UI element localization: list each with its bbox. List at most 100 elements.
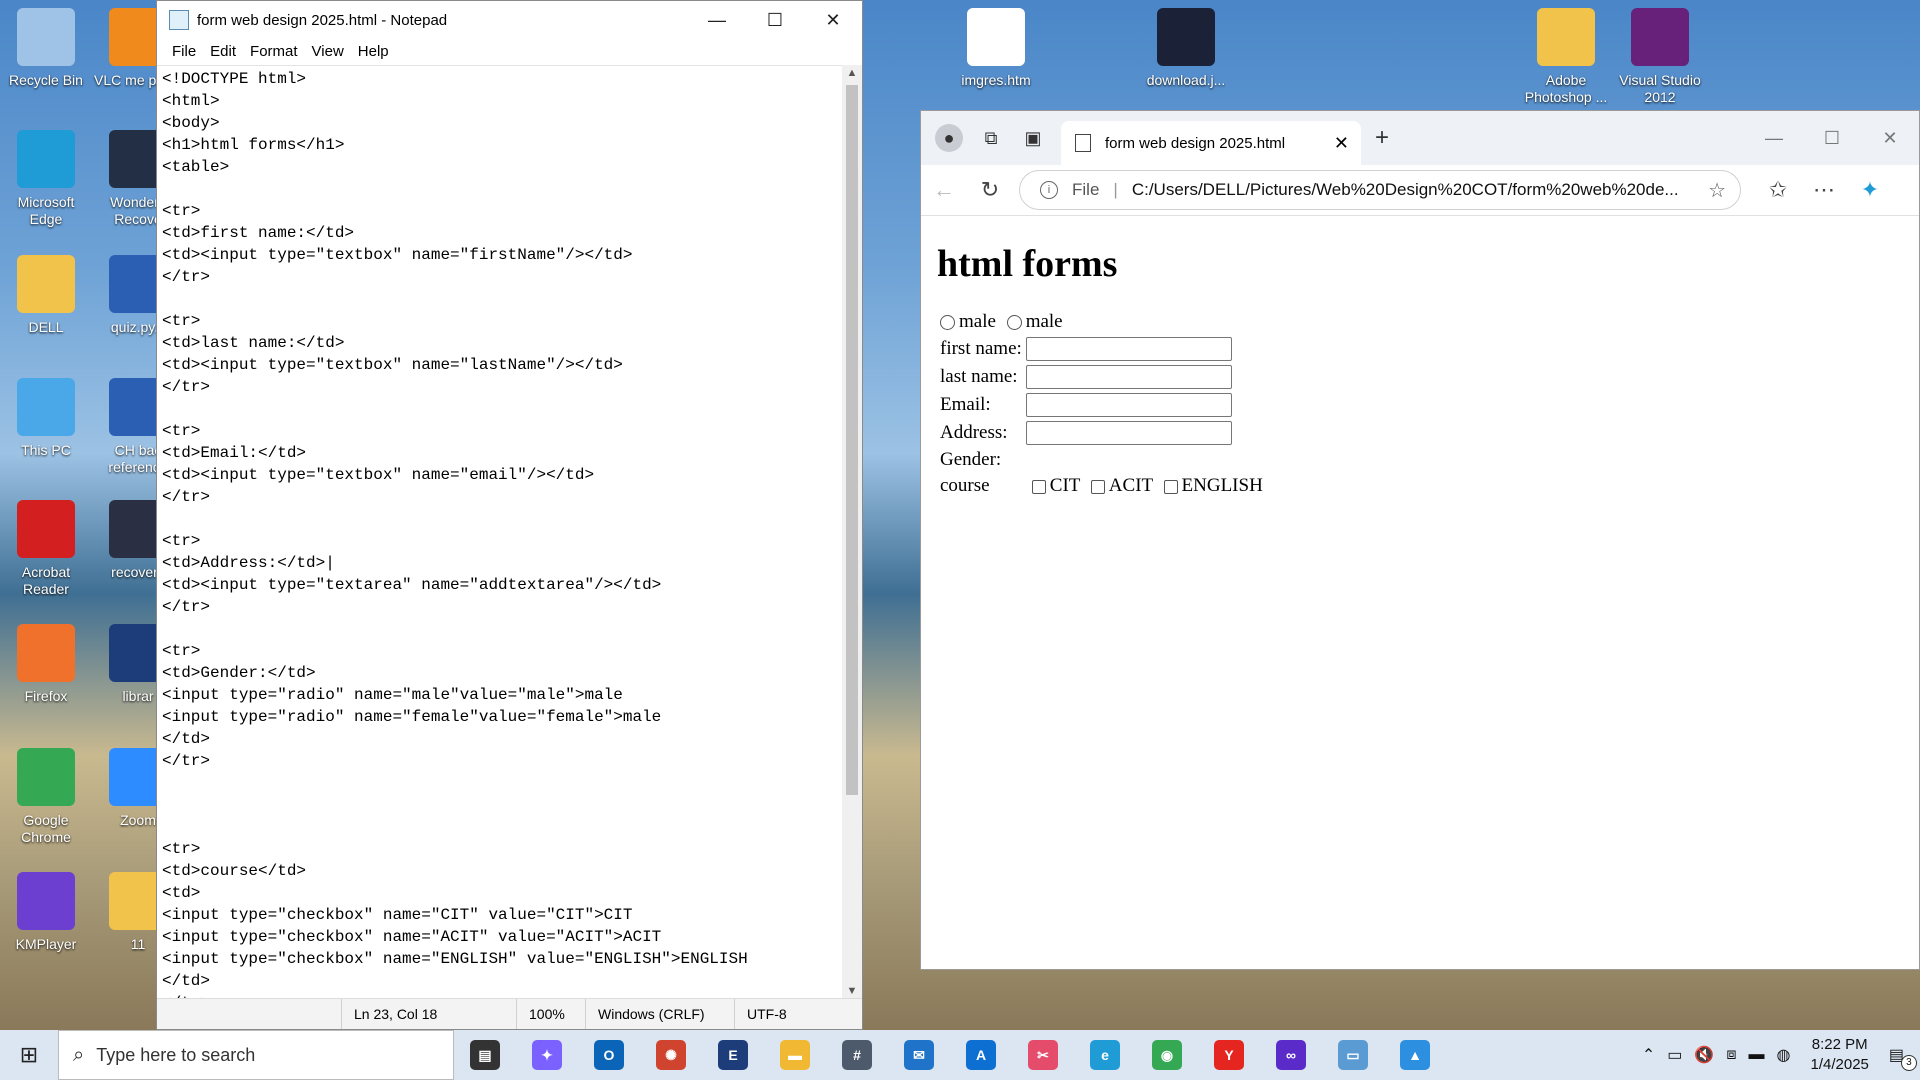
email-input[interactable] bbox=[1025, 393, 1232, 417]
desktop-icon[interactable]: This PC bbox=[0, 378, 92, 459]
search-icon: ⌕ bbox=[73, 1043, 85, 1066]
chrome-taskbar-icon[interactable]: ◉ bbox=[1136, 1030, 1198, 1080]
browser-minimize-button[interactable]: — bbox=[1745, 128, 1803, 149]
edge-icon bbox=[17, 130, 75, 188]
desktop-icon[interactable]: KMPlayer bbox=[0, 872, 92, 953]
desktop-icon[interactable]: DELL bbox=[0, 255, 92, 336]
first-name-input[interactable] bbox=[1025, 337, 1232, 361]
desktop-icon[interactable]: Adobe Photoshop ... bbox=[1520, 8, 1612, 106]
notepad-text-area[interactable]: <!DOCTYPE html> <html> <body> <h1>html f… bbox=[157, 65, 842, 999]
favorites-icon[interactable]: ✩ bbox=[1755, 177, 1801, 203]
desktop-icon-label: Microsoft Edge bbox=[17, 194, 75, 227]
taskbar: ⊞ ⌕ Type here to search ▤ ✦ O ✺ E ▬ # ✉ A ✂ e ◉ Y ∞ ▭ ▲… bbox=[0, 1030, 1920, 1080]
checkbox-english[interactable] bbox=[1163, 479, 1178, 494]
battery-icon[interactable]: ▬ bbox=[1749, 1046, 1765, 1064]
checkbox-cit[interactable] bbox=[1031, 479, 1046, 494]
new-tab-button[interactable]: + bbox=[1375, 124, 1389, 152]
url-text[interactable]: C:/Users/DELL/Pictures/Web%20Design%20CO… bbox=[1132, 180, 1679, 200]
file-explorer-icon[interactable]: ▬ bbox=[764, 1030, 826, 1080]
radio-label-2: male bbox=[1025, 311, 1063, 332]
settings-app-icon[interactable]: ✺ bbox=[640, 1030, 702, 1080]
label-course: course bbox=[940, 475, 990, 496]
tab-close-icon[interactable]: ✕ bbox=[1334, 133, 1349, 154]
desktop-icon[interactable]: Firefox bbox=[0, 624, 92, 705]
url-scheme: File bbox=[1072, 180, 1100, 199]
notepad-code[interactable]: <!DOCTYPE html> <html> <body> <h1>html f… bbox=[157, 66, 842, 999]
radio-male[interactable] bbox=[940, 315, 955, 331]
info-icon[interactable]: i bbox=[1040, 181, 1058, 199]
menu-help[interactable]: Help bbox=[351, 39, 396, 65]
notepad-taskbar-icon[interactable]: ▭ bbox=[1322, 1030, 1384, 1080]
desktop-icon[interactable]: download.j... bbox=[1140, 8, 1232, 89]
favorite-star-icon[interactable]: ☆ bbox=[1708, 178, 1726, 203]
scroll-up-arrow-icon[interactable]: ▲ bbox=[842, 67, 862, 79]
edge-taskbar-icon[interactable]: e bbox=[1074, 1030, 1136, 1080]
mail-icon[interactable]: ✉ bbox=[888, 1030, 950, 1080]
volume-muted-icon[interactable]: 🔇 bbox=[1694, 1045, 1714, 1065]
taskbar-search-box[interactable]: ⌕ Type here to search bbox=[58, 1030, 454, 1080]
screen-icon[interactable]: ⧈ bbox=[1726, 1046, 1736, 1064]
windows-start-icon[interactable]: ⊞ bbox=[0, 1042, 58, 1068]
maximize-button[interactable]: ☐ bbox=[746, 1, 804, 39]
address-input[interactable] bbox=[1025, 421, 1232, 445]
calculator-icon[interactable]: # bbox=[826, 1030, 888, 1080]
workspaces-icon[interactable]: ⧉ bbox=[977, 124, 1005, 152]
notepad-window[interactable]: form web design 2025.html - Notepad — ☐ … bbox=[156, 0, 863, 1030]
browser-window[interactable]: ● ⧉ ▣ form web design 2025.html ✕ + — ☐ … bbox=[920, 110, 1920, 970]
notepad-menu-bar: File Edit Format View Help bbox=[157, 39, 862, 65]
desktop-icon[interactable]: imgres.htm bbox=[950, 8, 1042, 89]
chevron-up-icon[interactable]: ⌃ bbox=[1642, 1045, 1655, 1065]
vertical-tabs-icon[interactable]: ▣ bbox=[1019, 124, 1047, 152]
notepad-title: form web design 2025.html - Notepad bbox=[197, 11, 448, 29]
menu-view[interactable]: View bbox=[305, 39, 351, 65]
minimize-button[interactable]: — bbox=[688, 1, 746, 39]
desktop-icon[interactable]: Microsoft Edge bbox=[0, 130, 92, 228]
menu-format[interactable]: Format bbox=[243, 39, 305, 65]
azure-icon[interactable]: A bbox=[950, 1030, 1012, 1080]
desktop-icon-label: Recycle Bin bbox=[9, 72, 83, 88]
refresh-icon[interactable]: ↻ bbox=[967, 177, 1013, 203]
last-name-input[interactable] bbox=[1025, 365, 1232, 389]
desktop-icon[interactable]: Acrobat Reader bbox=[0, 500, 92, 598]
browser-tab[interactable]: form web design 2025.html ✕ bbox=[1061, 121, 1361, 165]
back-arrow-icon[interactable]: ← bbox=[921, 177, 967, 203]
snipping-tool-icon[interactable]: ✂ bbox=[1012, 1030, 1074, 1080]
notepad-title-bar[interactable]: form web design 2025.html - Notepad — ☐ … bbox=[157, 1, 862, 39]
taskbar-clock[interactable]: 8:22 PM 1/4/2025 bbox=[1810, 1035, 1868, 1075]
outlook-icon[interactable]: O bbox=[578, 1030, 640, 1080]
browser-maximize-button[interactable]: ☐ bbox=[1803, 128, 1861, 149]
browser-close-button[interactable]: ✕ bbox=[1861, 128, 1919, 149]
desktop-icon[interactable]: Recycle Bin bbox=[0, 8, 92, 89]
checkbox-acit[interactable] bbox=[1090, 479, 1105, 494]
copilot-sidebar-icon[interactable]: ✦ bbox=[1847, 177, 1893, 203]
menu-edit[interactable]: Edit bbox=[203, 39, 243, 65]
ecu-website-icon[interactable]: E bbox=[702, 1030, 764, 1080]
more-menu-icon[interactable]: ⋯ bbox=[1801, 177, 1847, 203]
scrollbar-thumb[interactable] bbox=[846, 85, 858, 795]
pc-icon bbox=[17, 378, 75, 436]
taskbar-app-glyph: ✦ bbox=[532, 1040, 562, 1070]
radio-female[interactable] bbox=[1006, 315, 1022, 331]
yandex-icon[interactable]: Y bbox=[1198, 1030, 1260, 1080]
label-last-name: last name: bbox=[940, 366, 1018, 387]
address-bar[interactable]: i File | C:/Users/DELL/Pictures/Web%20De… bbox=[1019, 170, 1741, 210]
desktop-icon[interactable]: Visual Studio 2012 bbox=[1614, 8, 1706, 106]
menu-file[interactable]: File bbox=[165, 39, 203, 65]
vertical-scrollbar[interactable]: ▲ ▼ bbox=[842, 65, 862, 999]
desktop-icon[interactable]: Google Chrome bbox=[0, 748, 92, 846]
vpn-icon[interactable]: ∞ bbox=[1260, 1030, 1322, 1080]
desktop-icon-label: This PC bbox=[21, 442, 71, 458]
task-view-icon[interactable]: ▤ bbox=[454, 1030, 516, 1080]
globe-network-icon[interactable]: ◍ bbox=[1777, 1045, 1791, 1065]
notifications-icon[interactable]: ▤ 3 bbox=[1889, 1045, 1917, 1071]
recycle-bin-icon bbox=[17, 8, 75, 66]
scroll-down-arrow-icon[interactable]: ▼ bbox=[842, 985, 862, 997]
profile-avatar-icon[interactable]: ● bbox=[935, 124, 963, 152]
desktop-icon-label: Acrobat Reader bbox=[21, 564, 71, 597]
notification-count-badge: 3 bbox=[1900, 1055, 1917, 1071]
copilot-icon[interactable]: ✦ bbox=[516, 1030, 578, 1080]
search-placeholder: Type here to search bbox=[96, 1044, 256, 1065]
paint-icon[interactable]: ▲ bbox=[1384, 1030, 1446, 1080]
close-button[interactable]: ✕ bbox=[804, 1, 862, 39]
meet-now-icon[interactable]: ▭ bbox=[1667, 1045, 1682, 1065]
